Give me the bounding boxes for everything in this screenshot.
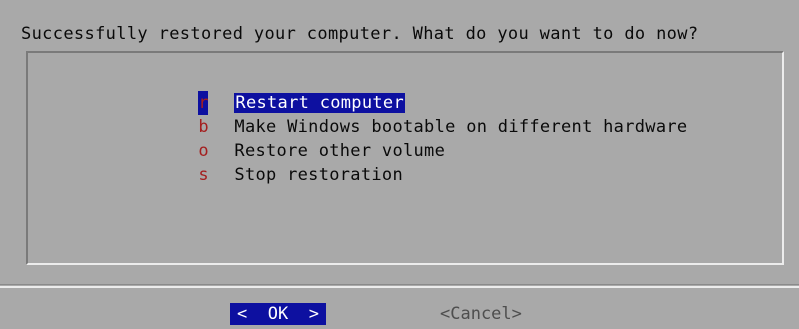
menu-item-label: Stop restoration: [234, 165, 403, 185]
menu-item-label: Restart computer: [234, 93, 405, 113]
menu-item-hotkey: b: [198, 117, 209, 137]
cancel-button[interactable]: <Cancel>: [440, 303, 522, 325]
menu-item-hotkey: o: [198, 141, 209, 161]
button-bar-divider: [0, 286, 799, 288]
dialog-prompt: Successfully restored your computer. Wha…: [21, 24, 699, 44]
menu-item-label: Make Windows bootable on different hardw…: [234, 117, 688, 137]
ok-button[interactable]: < OK >: [230, 303, 326, 325]
menu-item-hotkey: r: [198, 91, 209, 115]
menu-item-label: Restore other volume: [234, 141, 446, 161]
menu-item-hotkey: s: [198, 165, 209, 185]
button-bar-divider-shadow: [0, 284, 799, 285]
menu-item-restart-computer[interactable]: r Restart computer: [137, 67, 687, 115]
menu-list: r Restart computer b Make Windows bootable…: [137, 67, 688, 185]
